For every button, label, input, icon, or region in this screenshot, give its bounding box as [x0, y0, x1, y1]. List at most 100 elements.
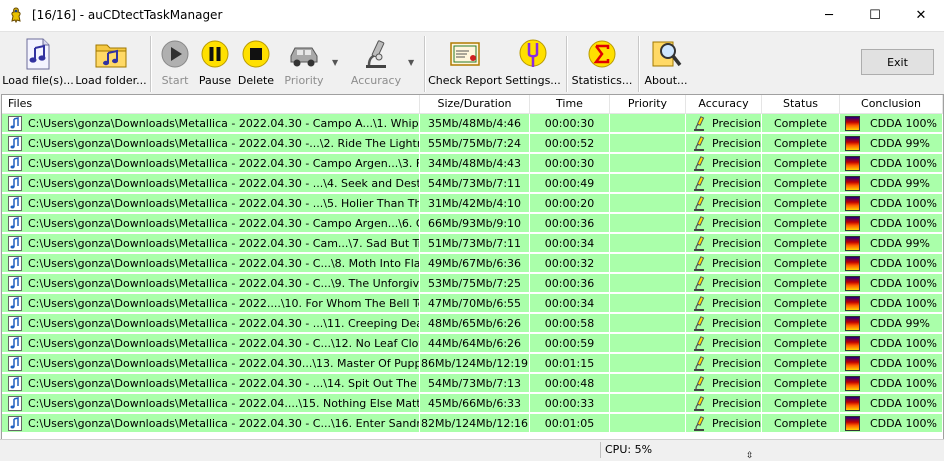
column-header-priority[interactable]: Priority: [610, 95, 686, 113]
status-cell: Complete: [762, 234, 840, 253]
task-list[interactable]: Files Size/Duration Time Priority Accura…: [1, 94, 944, 441]
spectrum-icon: [845, 316, 860, 331]
table-row[interactable]: C:\Users\gonza\Downloads\Metallica - 202…: [2, 414, 943, 433]
audio-file-icon: [8, 416, 22, 431]
time-cell: 00:01:05: [530, 414, 610, 433]
table-row[interactable]: C:\Users\gonza\Downloads\Metallica - 202…: [2, 394, 943, 413]
priority-cell: [610, 354, 686, 373]
accuracy-cell: Precision: [686, 214, 762, 233]
start-button[interactable]: Start: [156, 37, 194, 93]
delete-label: Delete: [237, 74, 275, 87]
size-cell: 54Mb/73Mb/7:13: [420, 374, 530, 393]
accuracy-cell: Precision: [686, 274, 762, 293]
check-report-button[interactable]: Check Report: [428, 37, 502, 93]
close-button[interactable]: ✕: [898, 0, 944, 31]
conclusion-value: CDDA 99%: [870, 137, 930, 150]
spectrum-icon: [845, 116, 860, 131]
microscope-icon: [692, 336, 706, 351]
table-row[interactable]: C:\Users\gonza\Downloads\Metallica - 202…: [2, 234, 943, 253]
stop-icon: [239, 37, 273, 71]
status-cell: Complete: [762, 214, 840, 233]
file-path: C:\Users\gonza\Downloads\Metallica - 202…: [28, 417, 419, 430]
exit-button[interactable]: Exit: [861, 49, 934, 75]
table-row[interactable]: C:\Users\gonza\Downloads\Metallica - 202…: [2, 314, 943, 333]
audio-file-icon: [8, 156, 22, 171]
conclusion-cell: CDDA 100%: [840, 214, 943, 233]
table-row[interactable]: C:\Users\gonza\Downloads\Metallica - 202…: [2, 154, 943, 173]
load-files-button[interactable]: Load file(s)...: [2, 37, 74, 93]
spectrum-icon: [845, 296, 860, 311]
app-icon: [11, 7, 21, 23]
microscope-icon: [692, 316, 706, 331]
table-row[interactable]: C:\Users\gonza\Downloads\Metallica - 202…: [2, 274, 943, 293]
accuracy-button[interactable]: Accuracy: [350, 37, 402, 93]
about-button[interactable]: About...: [642, 37, 690, 93]
file-path: C:\Users\gonza\Downloads\Metallica - 202…: [28, 397, 420, 410]
priority-cell: [610, 114, 686, 133]
load-folder-button[interactable]: Load folder...: [75, 37, 147, 93]
conclusion-cell: CDDA 100%: [840, 374, 943, 393]
statistics-button[interactable]: Statistics...: [572, 37, 632, 93]
table-row[interactable]: C:\Users\gonza\Downloads\Metallica - 202…: [2, 214, 943, 233]
file-cell: C:\Users\gonza\Downloads\Metallica - 202…: [2, 134, 420, 153]
table-row[interactable]: C:\Users\gonza\Downloads\Metallica - 202…: [2, 194, 943, 213]
conclusion-value: CDDA 100%: [870, 197, 937, 210]
accuracy-value: Precision: [712, 297, 762, 310]
status-bar: CPU: 5% ⇳: [0, 439, 944, 461]
priority-cell: [610, 414, 686, 433]
load-folder-label: Load folder...: [75, 74, 147, 87]
microscope-icon: [692, 256, 706, 271]
spectrum-icon: [845, 416, 860, 431]
conclusion-cell: CDDA 100%: [840, 254, 943, 273]
status-cell: Complete: [762, 154, 840, 173]
settings-button[interactable]: Settings...: [504, 37, 562, 93]
column-header-accuracy[interactable]: Accuracy: [686, 95, 762, 113]
table-row[interactable]: C:\Users\gonza\Downloads\Metallica - 202…: [2, 374, 943, 393]
file-cell: C:\Users\gonza\Downloads\Metallica - 202…: [2, 254, 420, 273]
microscope-icon: [692, 116, 706, 131]
table-row[interactable]: C:\Users\gonza\Downloads\Metallica - 202…: [2, 174, 943, 193]
pause-button[interactable]: Pause: [196, 37, 234, 93]
microscope-icon: [692, 276, 706, 291]
conclusion-cell: CDDA 100%: [840, 154, 943, 173]
audio-file-icon: [8, 396, 22, 411]
file-cell: C:\Users\gonza\Downloads\Metallica - 202…: [2, 394, 420, 413]
column-header-row: Files Size/Duration Time Priority Accura…: [2, 95, 943, 114]
accuracy-value: Precision: [712, 377, 762, 390]
conclusion-value: CDDA 99%: [870, 237, 930, 250]
report-certificate-icon: [448, 37, 482, 71]
file-path: C:\Users\gonza\Downloads\Metallica - 202…: [28, 277, 420, 290]
conclusion-value: CDDA 100%: [870, 117, 937, 130]
table-row[interactable]: C:\Users\gonza\Downloads\Metallica - 202…: [2, 114, 943, 133]
maximize-button[interactable]: ☐: [852, 0, 898, 31]
file-cell: C:\Users\gonza\Downloads\Metallica - 202…: [2, 194, 420, 213]
sigma-icon: [585, 37, 619, 71]
accuracy-label: Accuracy: [350, 74, 402, 87]
music-folder-icon: [94, 37, 128, 71]
table-row[interactable]: C:\Users\gonza\Downloads\Metallica - 202…: [2, 254, 943, 273]
table-row[interactable]: C:\Users\gonza\Downloads\Metallica - 202…: [2, 134, 943, 153]
file-cell: C:\Users\gonza\Downloads\Metallica - 202…: [2, 154, 420, 173]
minimize-button[interactable]: ─: [806, 0, 852, 31]
conclusion-value: CDDA 100%: [870, 157, 937, 170]
accuracy-value: Precision: [712, 117, 762, 130]
table-row[interactable]: C:\Users\gonza\Downloads\Metallica - 202…: [2, 334, 943, 353]
microscope-icon: [692, 236, 706, 251]
column-header-time[interactable]: Time: [530, 95, 610, 113]
status-cell: Complete: [762, 134, 840, 153]
column-header-size[interactable]: Size/Duration: [420, 95, 530, 113]
column-header-conclusion[interactable]: Conclusion: [840, 95, 943, 113]
accuracy-value: Precision: [712, 417, 762, 430]
priority-dropdown-icon[interactable]: ▼: [332, 58, 338, 67]
accuracy-value: Precision: [712, 357, 762, 370]
table-row[interactable]: C:\Users\gonza\Downloads\Metallica - 202…: [2, 354, 943, 373]
delete-button[interactable]: Delete: [237, 37, 275, 93]
column-header-status[interactable]: Status: [762, 95, 840, 113]
audio-file-icon: [8, 356, 22, 371]
priority-button[interactable]: Priority: [282, 37, 326, 93]
column-header-files[interactable]: Files: [2, 95, 420, 113]
audio-file-icon: [8, 236, 22, 251]
accuracy-dropdown-icon[interactable]: ▼: [408, 58, 414, 67]
table-row[interactable]: C:\Users\gonza\Downloads\Metallica - 202…: [2, 294, 943, 313]
tuning-fork-icon: [516, 37, 550, 71]
